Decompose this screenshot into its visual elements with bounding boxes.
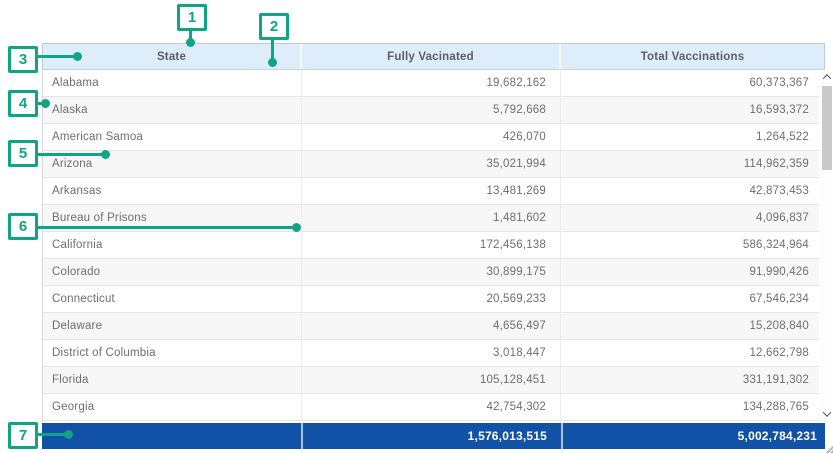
- table-row[interactable]: Arkansas 13,481,269 42,873,453: [43, 178, 819, 205]
- state-cell: Alabama: [43, 70, 302, 96]
- callout-5-dot: [101, 150, 110, 159]
- data-table: State Fully Vacinated Total Vaccinations…: [42, 43, 832, 451]
- state-cell: Georgia: [43, 394, 302, 420]
- total-vaccinations-cell: 12,662,798: [561, 340, 819, 366]
- column-header-total-vaccinations[interactable]: Total Vaccinations: [561, 44, 824, 69]
- callout-2: 2: [259, 13, 289, 40]
- callout-3: 3: [8, 46, 38, 73]
- fully-vaccinated-cell: 30,899,175: [302, 259, 561, 285]
- callout-6: 6: [8, 213, 38, 240]
- callout-7-dot: [64, 430, 73, 439]
- fully-vaccinated-cell: 1,481,602: [302, 205, 561, 231]
- fully-vaccinated-cell: 35,021,994: [302, 151, 561, 177]
- callout-5-line: [36, 153, 105, 156]
- state-cell: Delaware: [43, 313, 302, 339]
- table-row[interactable]: Connecticut 20,569,233 67,546,234: [43, 286, 819, 313]
- state-cell: Florida: [43, 367, 302, 393]
- table-row[interactable]: Colorado 30,899,175 91,990,426: [43, 259, 819, 286]
- table-row[interactable]: Delaware 4,656,497 15,208,840: [43, 313, 819, 340]
- table-row[interactable]: Arizona 35,021,994 114,962,359: [43, 151, 819, 178]
- table-row[interactable]: American Samoa 426,070 1,264,522: [43, 124, 819, 151]
- chevron-down-icon: [823, 408, 831, 416]
- total-vaccinations-cell: 15,208,840: [561, 313, 819, 339]
- table-row[interactable]: Alaska 5,792,668 16,593,372: [43, 97, 819, 124]
- state-cell: Alaska: [43, 97, 302, 123]
- total-vaccinations-cell: 4,096,837: [561, 205, 819, 231]
- state-cell: Colorado: [43, 259, 302, 285]
- table-header-row: State Fully Vacinated Total Vaccinations: [42, 43, 825, 70]
- totals-total-vaccinations: 5,002,784,231: [561, 423, 825, 449]
- fully-vaccinated-cell: 172,456,138: [302, 232, 561, 258]
- table-row[interactable]: District of Columbia 3,018,447 12,662,79…: [43, 340, 819, 367]
- scroll-down-button[interactable]: [820, 407, 833, 421]
- table-row[interactable]: Florida 105,128,451 331,191,302: [43, 367, 819, 394]
- column-header-fully-vaccinated[interactable]: Fully Vacinated: [302, 44, 561, 69]
- total-vaccinations-cell: 331,191,302: [561, 367, 819, 393]
- total-vaccinations-cell: 42,873,453: [561, 178, 819, 204]
- page: State Fully Vacinated Total Vaccinations…: [0, 0, 833, 453]
- scroll-up-button[interactable]: [820, 70, 833, 84]
- callout-4: 4: [8, 90, 38, 117]
- fully-vaccinated-cell: 19,682,162: [302, 70, 561, 96]
- totals-state-cell: [42, 423, 301, 449]
- total-vaccinations-cell: 1,264,522: [561, 124, 819, 150]
- callout-3-dot: [73, 52, 82, 61]
- vertical-scrollbar[interactable]: [820, 70, 833, 421]
- state-cell: District of Columbia: [43, 340, 302, 366]
- fully-vaccinated-cell: 5,792,668: [302, 97, 561, 123]
- state-cell: Arkansas: [43, 178, 302, 204]
- callout-7: 7: [8, 422, 38, 449]
- callout-4-dot: [41, 99, 50, 108]
- table-row[interactable]: Alabama 19,682,162 60,373,367: [43, 70, 819, 97]
- state-cell: American Samoa: [43, 124, 302, 150]
- callout-6-dot: [292, 223, 301, 232]
- totals-fully-vaccinated: 1,576,013,515: [301, 423, 561, 449]
- total-vaccinations-cell: 16,593,372: [561, 97, 819, 123]
- total-vaccinations-cell: 114,962,359: [561, 151, 819, 177]
- fully-vaccinated-cell: 20,569,233: [302, 286, 561, 312]
- table-body: Alabama 19,682,162 60,373,367 Alaska 5,7…: [42, 70, 819, 421]
- fully-vaccinated-cell: 13,481,269: [302, 178, 561, 204]
- state-cell: California: [43, 232, 302, 258]
- total-vaccinations-cell: 67,546,234: [561, 286, 819, 312]
- callout-3-line: [36, 55, 77, 58]
- callout-5: 5: [8, 140, 38, 167]
- fully-vaccinated-cell: 3,018,447: [302, 340, 561, 366]
- callout-1-dot: [186, 38, 195, 47]
- scrollbar-thumb[interactable]: [822, 86, 832, 170]
- table-row[interactable]: California 172,456,138 586,324,964: [43, 232, 819, 259]
- total-vaccinations-cell: 134,288,765: [561, 394, 819, 420]
- total-vaccinations-cell: 60,373,367: [561, 70, 819, 96]
- fully-vaccinated-cell: 105,128,451: [302, 367, 561, 393]
- fully-vaccinated-cell: 4,656,497: [302, 313, 561, 339]
- fully-vaccinated-cell: 426,070: [302, 124, 561, 150]
- total-vaccinations-cell: 586,324,964: [561, 232, 819, 258]
- fully-vaccinated-cell: 42,754,302: [302, 394, 561, 420]
- totals-row: 1,576,013,515 5,002,784,231: [42, 423, 825, 449]
- callout-1: 1: [177, 4, 207, 31]
- table-row[interactable]: Georgia 42,754,302 134,288,765: [43, 394, 819, 421]
- total-vaccinations-cell: 91,990,426: [561, 259, 819, 285]
- resize-grip-icon[interactable]: [825, 445, 833, 453]
- state-cell: Connecticut: [43, 286, 302, 312]
- chevron-up-icon: [823, 74, 831, 82]
- scrollbar-track[interactable]: [820, 84, 833, 407]
- callout-2-dot: [268, 58, 277, 67]
- callout-6-line: [36, 226, 296, 229]
